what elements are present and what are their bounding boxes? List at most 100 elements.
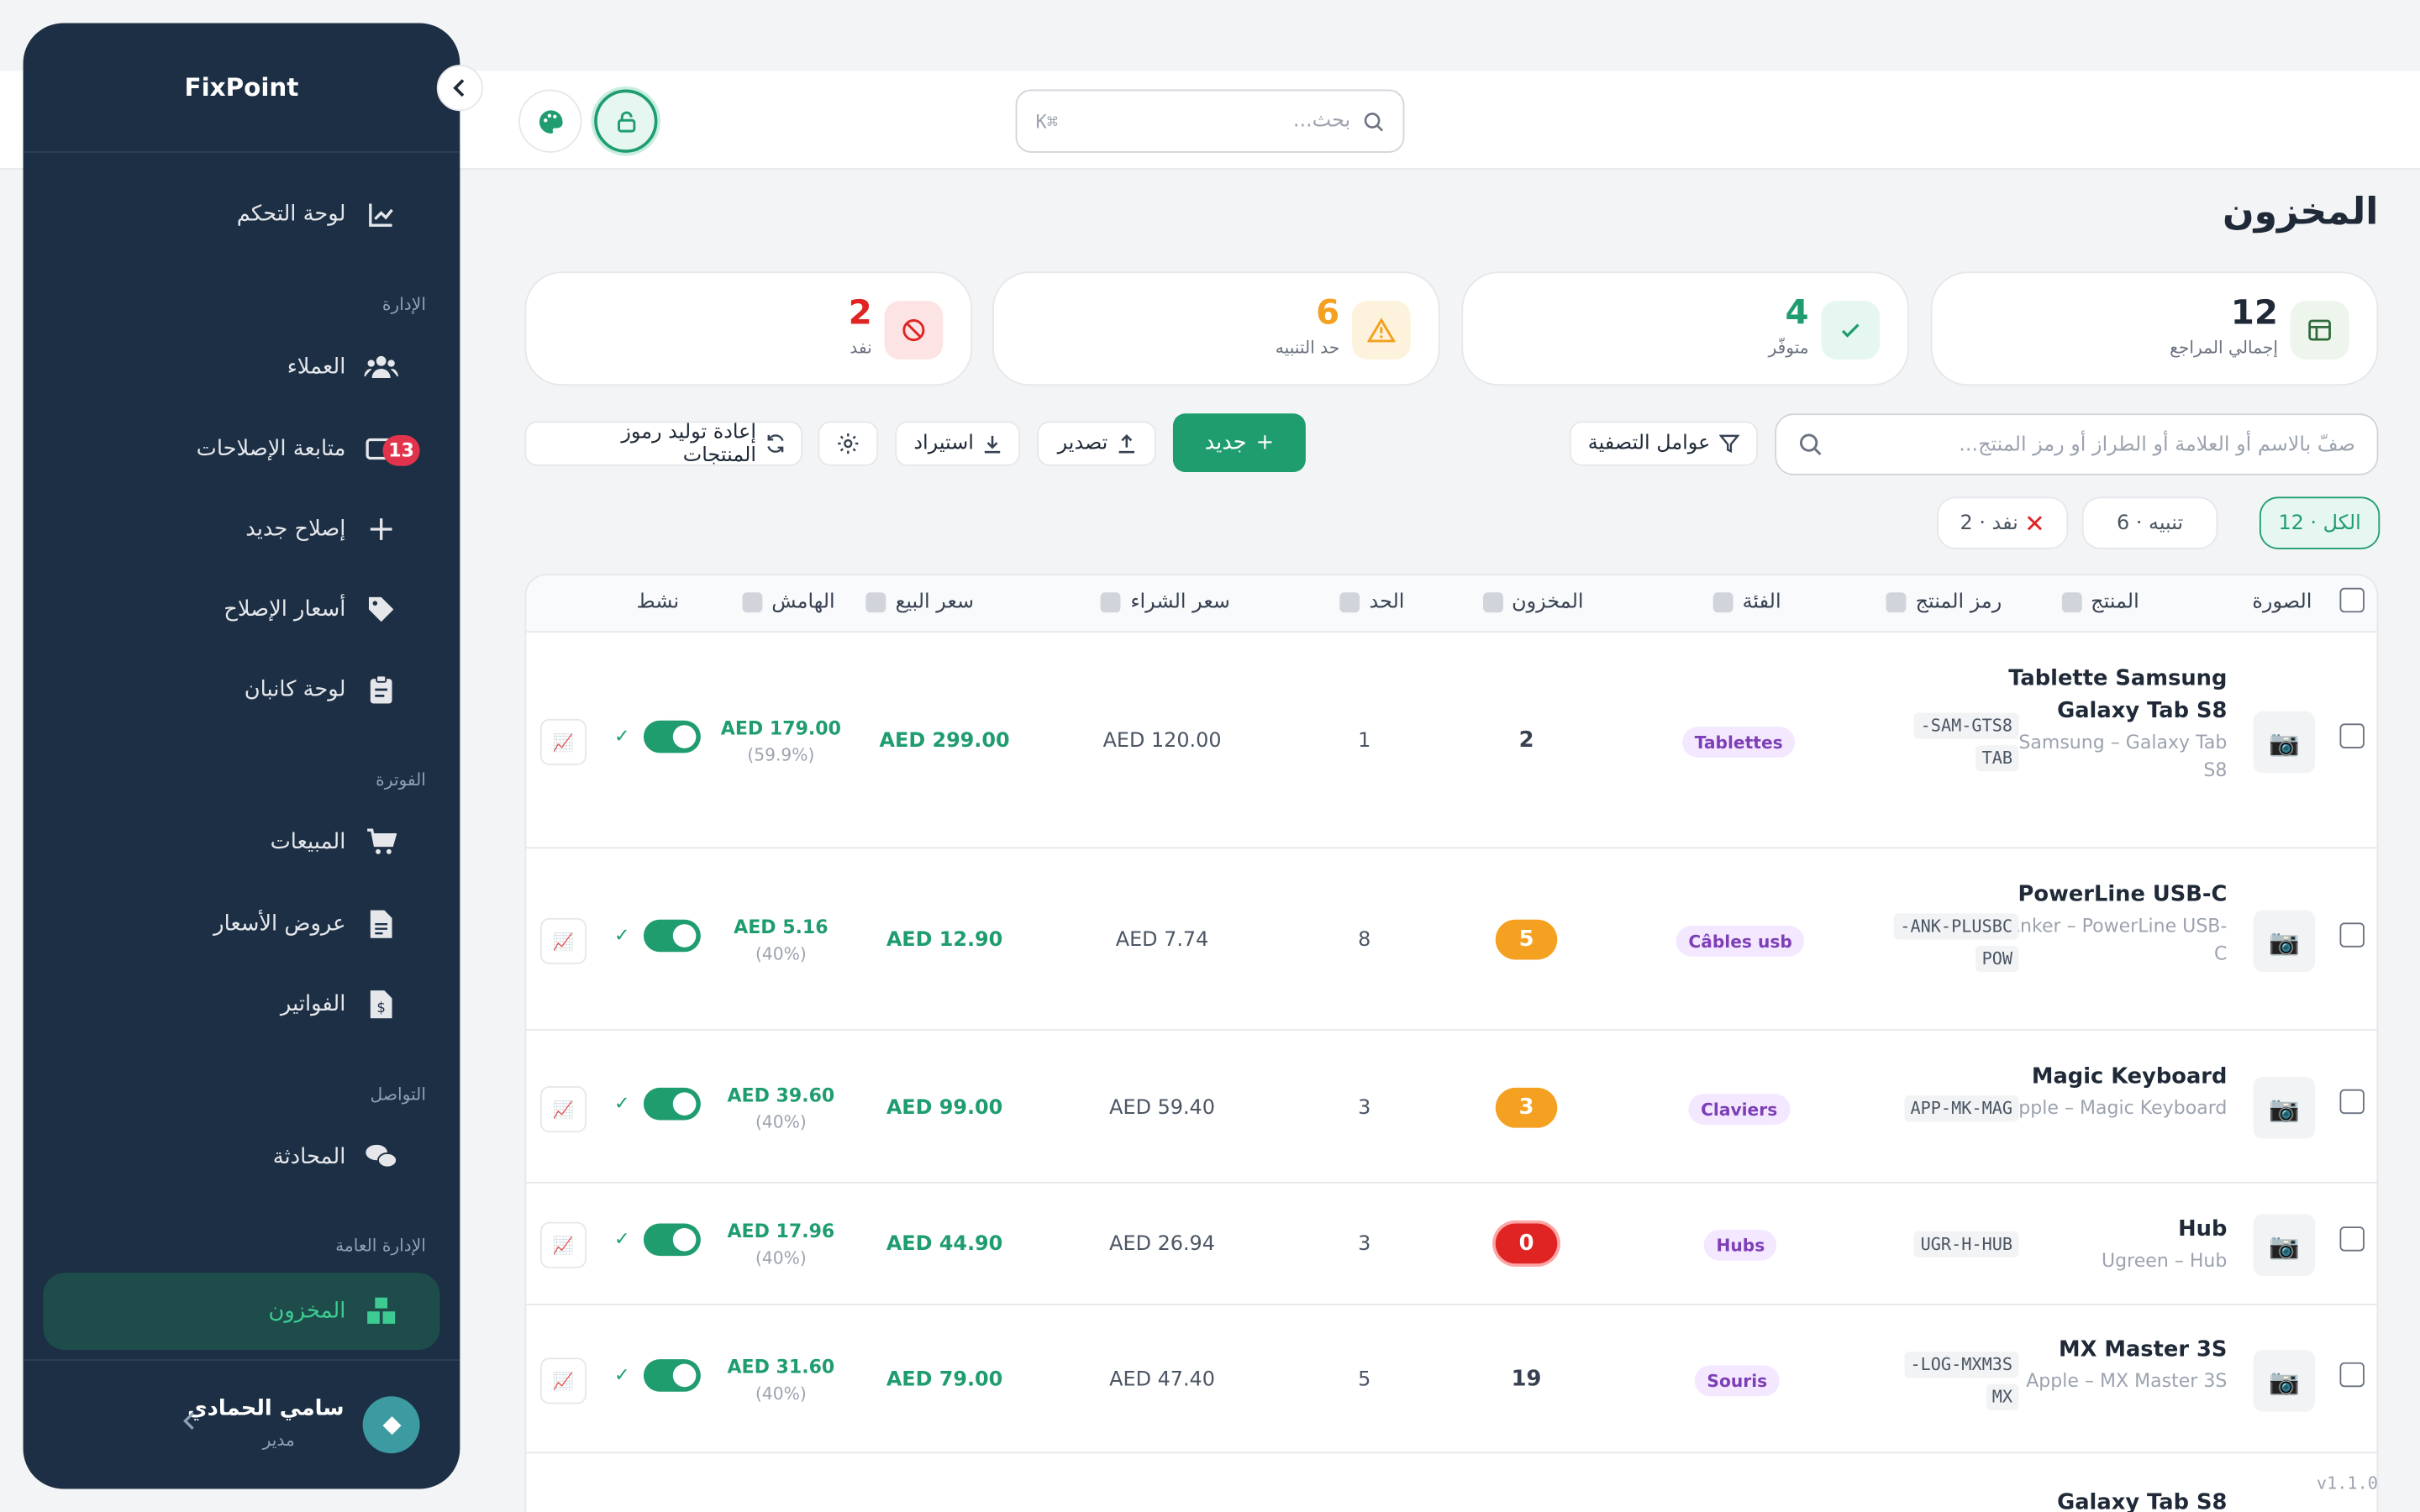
row-checkbox[interactable] <box>2339 1089 2365 1115</box>
product-name: PowerLine USB-C Anker – PowerLine USB-C <box>1996 879 2227 968</box>
regenerate-sku-button[interactable]: إعادة توليد رموز المنتجات <box>524 421 803 467</box>
sort-icon <box>1339 592 1360 613</box>
download-icon <box>984 435 1001 454</box>
stat-label: متوفّر <box>1768 338 1809 359</box>
settings-button[interactable] <box>818 421 879 466</box>
table-row[interactable]: 📷 Tablette Samsung Galaxy Tab S8 Samsung … <box>526 633 2377 849</box>
table-icon <box>2290 301 2349 360</box>
margin-percent: (40%) <box>755 1247 807 1268</box>
check-icon: ✓ <box>614 1092 630 1115</box>
header-sell-price[interactable]: سعر البيع <box>865 591 974 614</box>
svg-text:$: $ <box>376 1000 386 1016</box>
new-product-button[interactable]: + جديد <box>1172 413 1306 473</box>
unlock-icon <box>617 110 635 132</box>
table-row[interactable]: 📷 Hub Ugreen – Hub UGR-H-HUB Hubs 0 3 AED… <box>526 1184 2377 1305</box>
sidebar-item-invoices[interactable]: $ الفواتير <box>281 986 398 1023</box>
sidebar-item-repair-prices[interactable]: أسعار الإصلاح <box>224 591 398 627</box>
camera-icon[interactable]: 📷 <box>2253 1350 2316 1412</box>
global-search[interactable]: بحث... K⌘ <box>1015 89 1405 153</box>
header-sku[interactable]: رمز المنتج <box>1886 591 2002 614</box>
margin-percent: (59.9%) <box>747 745 815 766</box>
margin-percent: (40%) <box>755 944 807 964</box>
stats-chart-icon[interactable]: 📈 <box>539 718 587 766</box>
stats-chart-icon[interactable]: 📈 <box>539 1357 587 1404</box>
table-row[interactable]: 📷 PowerLine USB-C Anker – PowerLine USB-C… <box>526 848 2377 1031</box>
camera-icon[interactable]: 📷 <box>2253 711 2316 774</box>
header-product[interactable]: المنتج <box>2061 591 2139 614</box>
active-toggle[interactable] <box>643 1087 701 1121</box>
sort-icon <box>865 592 886 613</box>
header-category[interactable]: الفئة <box>1712 591 1781 614</box>
product-search-input[interactable]: صفّ بالاسم أو العلامة أو الطراز أو رمز ا… <box>1775 413 2379 475</box>
camera-icon[interactable]: 📷 <box>2253 910 2316 973</box>
chip-all[interactable]: الكل · 12 <box>2259 496 2381 549</box>
table-row[interactable]: 📷 Magic Keyboard Apple – Magic Keyboard A… <box>526 1031 2377 1184</box>
table-row[interactable]: 📷 MX Master 3S Apple – MX Master 3S LOG-M… <box>526 1305 2377 1454</box>
stats-chart-icon[interactable]: 📈 <box>539 1086 587 1133</box>
product-sku: LOG-MXM3S- MX <box>1904 1348 2019 1413</box>
stat-card-available: 4 متوفّر <box>1461 271 1910 386</box>
check-icon: ✓ <box>614 924 630 946</box>
check-icon: ✓ <box>614 1363 630 1386</box>
sort-icon <box>1886 592 1907 613</box>
sidebar-item-new-repair[interactable]: إصلاح جديد <box>245 511 398 548</box>
theme-button[interactable] <box>518 89 582 153</box>
select-all-checkbox[interactable] <box>2339 587 2365 613</box>
sidebar-item-kanban[interactable]: لوحة كانبان <box>245 671 398 708</box>
stat-value: 6 <box>1316 294 1340 333</box>
avatar[interactable] <box>362 1396 420 1454</box>
app-version: v1.1.0 <box>2316 1473 2378 1494</box>
stats-chart-icon[interactable]: 📈 <box>539 1221 587 1268</box>
shortcut-hint: K⌘ <box>1035 110 1058 133</box>
sidebar-item-customers[interactable]: العملاء <box>287 349 398 386</box>
active-toggle[interactable] <box>643 1359 701 1392</box>
sidebar-item-chat[interactable]: المحادثة <box>273 1139 398 1176</box>
chip-warning[interactable]: تنبيه · 6 <box>2081 496 2218 549</box>
sidebar-item-dashboard[interactable]: لوحة التحكم <box>237 196 398 233</box>
import-button[interactable]: استيراد <box>895 421 1021 466</box>
margin-percent: (40%) <box>755 1383 807 1404</box>
header-buy-price[interactable]: سعر الشراء <box>1101 591 1230 614</box>
lock-button[interactable] <box>594 89 658 153</box>
limit-value: 3 <box>1358 1096 1371 1121</box>
chevron-left-icon[interactable] <box>182 1409 197 1438</box>
stat-label: إجمالي المراجع <box>2170 338 2279 359</box>
sidebar-item-repairs-tracking[interactable]: متابعة الإصلاحات <box>197 430 398 467</box>
search-icon <box>1799 433 1822 455</box>
export-button[interactable]: تصدير <box>1037 421 1156 466</box>
invoice-icon: $ <box>364 988 397 1021</box>
sidebar-collapse-button[interactable] <box>436 65 483 112</box>
header-stock[interactable]: المخزون <box>1482 591 1583 614</box>
table-header: الصورة المنتج رمز المنتج الفئة المخزون ا… <box>526 575 2377 633</box>
active-toggle[interactable] <box>643 1223 701 1257</box>
sidebar-item-label: متابعة الإصلاحات <box>196 436 346 462</box>
sidebar-item-quotes[interactable]: عروض الأسعار <box>213 906 398 942</box>
brand-logo: FixPoint <box>23 24 460 153</box>
sell-price: AED 299.00 <box>879 729 1010 753</box>
header-margin[interactable]: الهامش <box>742 591 835 614</box>
row-checkbox[interactable] <box>2339 1226 2365 1252</box>
sidebar-item-inventory[interactable]: المخزون <box>268 1293 397 1330</box>
stats-chart-icon[interactable]: 📈 <box>539 917 587 964</box>
user-name: سامي الحمادي <box>187 1396 345 1421</box>
refresh-icon <box>767 434 784 453</box>
chip-out[interactable]: ✕ نفد · 2 <box>1937 496 2069 549</box>
user-avatar-icon <box>381 1415 401 1435</box>
row-checkbox[interactable] <box>2339 1362 2365 1388</box>
sidebar-item-label: إصلاح جديد <box>245 517 346 542</box>
camera-icon[interactable]: 📷 <box>2253 1214 2316 1276</box>
header-label: المخزون <box>1512 591 1584 615</box>
header-limit[interactable]: الحد <box>1339 591 1404 614</box>
close-x-icon: ✕ <box>2024 508 2045 538</box>
stock-value: 2 <box>1518 727 1534 753</box>
table-row[interactable]: Galaxy Tab S8 <box>526 1453 2376 1512</box>
active-toggle[interactable] <box>643 919 701 953</box>
camera-icon[interactable]: 📷 <box>2253 1077 2316 1139</box>
active-toggle[interactable] <box>643 720 701 753</box>
row-checkbox[interactable] <box>2339 922 2365 948</box>
sidebar-item-sales[interactable]: المبيعات <box>271 824 398 861</box>
section-general-admin: الإدارة العامة <box>335 1236 426 1257</box>
row-checkbox[interactable] <box>2339 723 2365 748</box>
filters-button[interactable]: عوامل التصفية <box>1569 421 1759 466</box>
sidebar-item-label: الفواتير <box>280 992 346 1017</box>
